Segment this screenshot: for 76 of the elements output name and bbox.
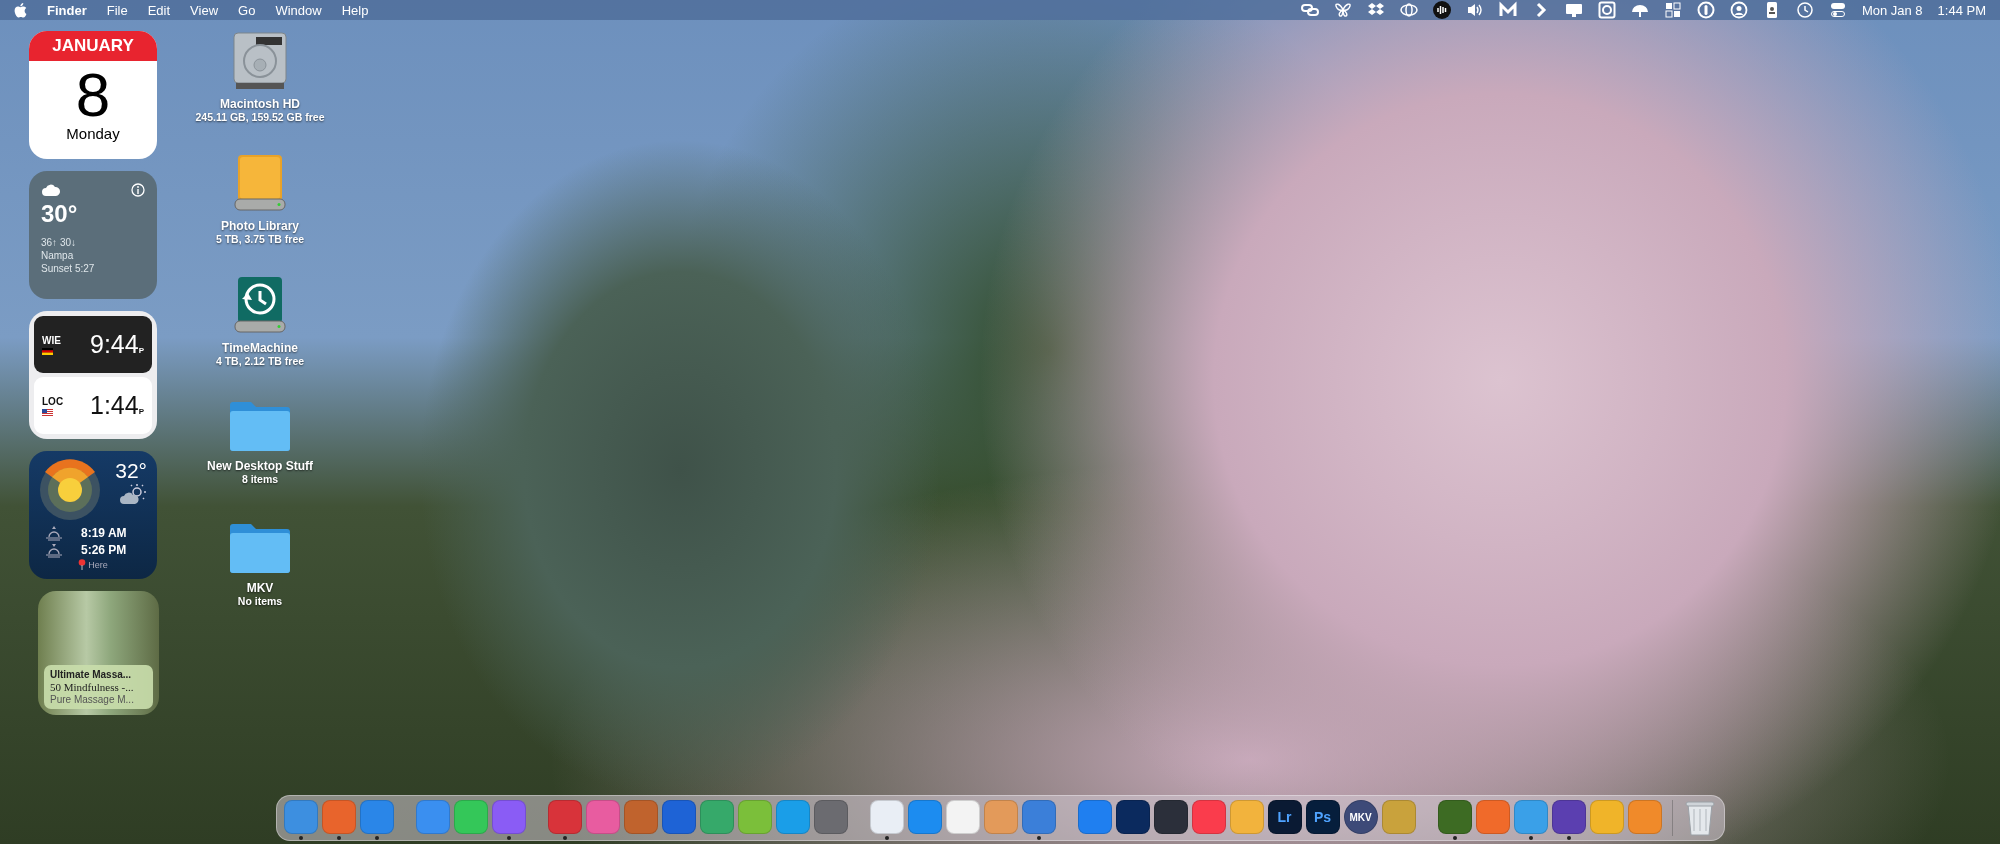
waveform-icon[interactable] <box>1432 1 1451 19</box>
now-playing-card[interactable]: Ultimate Massa... 50 Mindfulness -... Pure Massage M... <box>44 665 153 709</box>
track-subtitle: 50 Mindfulness -... <box>50 681 135 693</box>
high-low-temperature: 36↑ 30↓ <box>41 236 78 249</box>
weather-widget[interactable]: 30° 36↑ 30↓ Nampa Sunset 5:27 <box>29 171 157 299</box>
partly-cloudy-icon <box>119 483 147 505</box>
clock-icon[interactable] <box>1795 1 1814 19</box>
menu-bar-time[interactable]: 1:44 PM <box>1937 2 1986 18</box>
clock-period: P <box>138 407 144 416</box>
menu-item[interactable]: File <box>106 2 128 18</box>
ring-icon[interactable] <box>1696 1 1715 19</box>
temperature: 32° <box>115 459 147 483</box>
file-name[interactable]: Macintosh HD <box>220 97 300 111</box>
album-art-photo[interactable]: Ultimate Massa... 50 Mindfulness -... Pure Massage M... <box>38 591 159 715</box>
track-title: Ultimate Massa... <box>50 669 133 680</box>
clock-time: 9:44 <box>90 330 139 359</box>
app-icon[interactable] <box>1551 800 1586 834</box>
file-name[interactable]: MKV <box>246 581 274 595</box>
menu-item[interactable]: Finder <box>47 2 87 18</box>
file-name[interactable]: Photo Library <box>221 219 299 233</box>
file-info: 245.11 GB, 159.52 GB free <box>195 111 325 123</box>
square-icon[interactable] <box>1597 1 1616 19</box>
location-name: Here <box>88 559 108 570</box>
temperature: 30° <box>41 200 79 228</box>
sunrise-time: 8:19 AM <box>81 526 127 540</box>
file-name[interactable]: New Desktop Stuff <box>207 459 313 473</box>
artist-name: Pure Massage M... <box>50 694 135 705</box>
app-icon[interactable]: Ps <box>1305 800 1340 834</box>
menu-item[interactable]: View <box>190 2 219 18</box>
monitor-icon[interactable] <box>1564 1 1583 19</box>
app-icon[interactable] <box>1437 800 1472 834</box>
calendar-day: 8 <box>75 65 111 125</box>
cloud-icon <box>41 183 61 196</box>
flag-icon <box>42 408 53 416</box>
world-clock-widget[interactable]: WIE 9:44P LOC 1:44P <box>29 311 157 439</box>
sunrise-icon <box>45 525 63 541</box>
link-icon[interactable] <box>1300 1 1319 19</box>
city-code: WIE <box>42 334 62 346</box>
app-icon[interactable] <box>1115 800 1150 834</box>
menu-item[interactable]: Go <box>238 2 256 18</box>
menu-item[interactable]: Help <box>341 2 369 18</box>
file-name[interactable]: TimeMachine <box>222 341 298 355</box>
toggle-icon[interactable] <box>1828 1 1847 19</box>
sunset-time: 5:26 PM <box>81 543 127 557</box>
app-icon[interactable] <box>1153 800 1188 834</box>
calendar-widget[interactable]: JANUARY 8 Monday <box>29 31 157 159</box>
location-name: Nampa <box>41 249 75 262</box>
person-icon[interactable] <box>1729 1 1748 19</box>
location-pin-icon <box>78 559 87 570</box>
clock-time: 1:44 <box>90 391 139 420</box>
menu-item[interactable]: Edit <box>147 2 171 18</box>
zigzag-icon[interactable] <box>1498 1 1517 19</box>
calendar-weekday: Monday <box>66 125 120 142</box>
hard-drive-icon[interactable] <box>230 31 290 91</box>
sunset-icon <box>45 542 63 558</box>
file-info: 4 TB, 2.12 TB free <box>215 355 305 367</box>
file-info: 5 TB, 3.75 TB free <box>215 233 305 245</box>
volume-icon[interactable] <box>1465 1 1484 19</box>
loop-icon[interactable] <box>1399 1 1418 19</box>
flag-icon <box>42 347 53 355</box>
sun-widget[interactable]: 32° 8:19 AM 5:26 PM Here <box>29 451 157 579</box>
clock-period: P <box>138 346 144 355</box>
calendar-month: JANUARY <box>29 31 157 61</box>
menu-item[interactable]: Window <box>275 2 322 18</box>
grid-icon[interactable] <box>1663 1 1682 19</box>
trash-icon[interactable] <box>1682 800 1717 836</box>
menu-bar-date[interactable]: Mon Jan 8 <box>1861 2 1923 18</box>
file-info: 8 items <box>241 473 279 485</box>
file-info: No items <box>237 595 283 607</box>
sunset-time: Sunset 5:27 <box>41 262 96 275</box>
info-icon[interactable] <box>131 183 145 197</box>
apple-logo-icon[interactable] <box>14 2 27 18</box>
city-code: LOC <box>42 395 65 407</box>
sun-dial-drawing <box>39 459 101 521</box>
butterfly-icon[interactable] <box>1333 1 1352 19</box>
app-icon[interactable]: Lr <box>1267 800 1302 834</box>
